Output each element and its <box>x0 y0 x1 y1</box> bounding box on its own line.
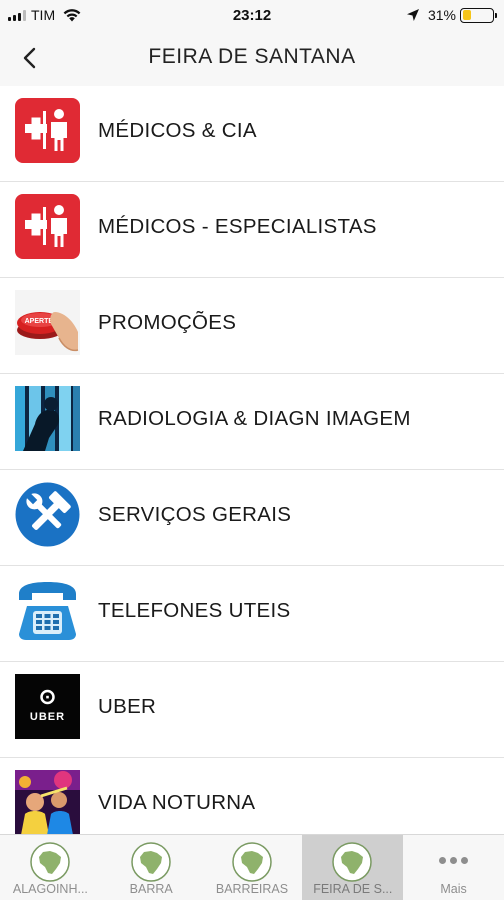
tab-label: FEIRA DE S... <box>313 882 393 896</box>
list-item-radiologia[interactable]: RADIOLOGIA & DIAGN IMAGEM <box>0 374 504 470</box>
tab-label: Mais <box>440 882 467 896</box>
tab-label: BARREIRAS <box>215 882 289 896</box>
tools-icon <box>15 482 80 547</box>
list-item-label: TELEFONES UTEIS <box>98 599 291 622</box>
list-item-label: SERVIÇOS GERAIS <box>98 503 292 526</box>
list-item-label: MÉDICOS - ESPECIALISTAS <box>98 215 377 238</box>
medical-icon <box>15 98 80 163</box>
promo-button-icon: APERTE! <box>15 290 80 355</box>
list-item-label: UBER <box>98 695 157 718</box>
medical-icon <box>15 194 80 259</box>
list-item-label: RADIOLOGIA & DIAGN IMAGEM <box>98 407 411 430</box>
tab-more[interactable]: Mais <box>403 835 504 900</box>
telephone-icon <box>15 578 80 643</box>
nightlife-icon <box>15 770 80 834</box>
location-arrow-icon <box>406 9 419 21</box>
tab-label: ALAGOINH... <box>12 882 88 896</box>
svg-text:UBER: UBER <box>30 711 65 723</box>
tab-barra[interactable]: BARRA <box>101 835 202 900</box>
tab-bar: ALAGOINH... BARRA BARREIRAS FEIRA DE S..… <box>0 834 504 900</box>
list-item-medicos-cia[interactable]: MÉDICOS & CIA <box>0 86 504 182</box>
list-item-label: MÉDICOS & CIA <box>98 119 257 142</box>
status-bar: TIM 23:12 31% <box>0 0 504 30</box>
category-list[interactable]: MÉDICOS & CIA MÉDICOS - ESPECIALISTAS AP… <box>0 86 504 834</box>
xray-icon <box>15 386 80 451</box>
tab-alagoinhas[interactable]: ALAGOINH... <box>0 835 101 900</box>
list-item-label: VIDA NOTURNA <box>98 791 256 814</box>
brazil-map-icon <box>332 842 373 882</box>
list-item-vida-noturna[interactable]: VIDA NOTURNA <box>0 758 504 834</box>
battery-icon <box>460 7 497 23</box>
brazil-map-icon <box>131 842 171 882</box>
list-item-promocoes[interactable]: APERTE! PROMOÇÕES <box>0 278 504 374</box>
list-item-servicos-gerais[interactable]: SERVIÇOS GERAIS <box>0 470 504 566</box>
more-dots-icon <box>439 857 469 864</box>
page-title: FEIRA DE SANTANA <box>148 45 356 68</box>
list-item-telefones-uteis[interactable]: TELEFONES UTEIS <box>0 566 504 662</box>
list-item-medicos-especialistas[interactable]: MÉDICOS - ESPECIALISTAS <box>0 182 504 278</box>
brazil-map-icon <box>30 842 70 882</box>
uber-logo-icon: UBER <box>15 674 80 739</box>
tab-barreiras[interactable]: BARREIRAS <box>202 835 303 900</box>
status-right: 31% <box>406 6 497 24</box>
tab-label: BARRA <box>129 882 173 896</box>
tab-feira-de-santana[interactable]: FEIRA DE S... <box>302 835 404 900</box>
navigation-bar: FEIRA DE SANTANA <box>0 30 504 86</box>
battery-percent: 31% <box>427 7 456 23</box>
list-item-uber[interactable]: UBER UBER <box>0 662 504 758</box>
brazil-map-icon <box>231 842 272 882</box>
list-item-label: PROMOÇÕES <box>98 311 237 334</box>
